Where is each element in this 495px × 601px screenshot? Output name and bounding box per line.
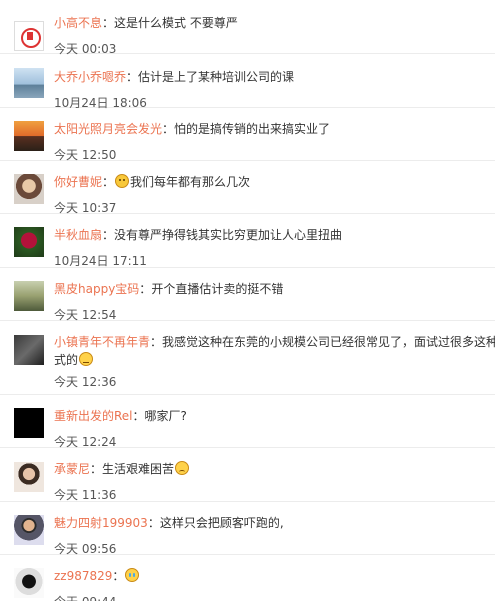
comment-text: 怕的是搞传销的出来搞实业了 — [174, 122, 331, 136]
comment-text: 估计是上了某种培训公司的课 — [138, 70, 295, 84]
comment-item: 魅力四射199903：这样只会把顾客吓跑的, 今天 09:56 — [0, 502, 495, 556]
comment-text: 开个直播估计卖的挺不错 — [151, 282, 284, 296]
comment-item: 重新出发的Rel：哪家厂? 今天 12:24 — [0, 395, 495, 449]
comment-item: 太阳光照月亮会发光：怕的是搞传销的出来搞实业了 今天 12:50 — [0, 108, 495, 162]
comment-item: 黑皮happy宝码：开个直播估计卖的挺不错 今天 12:54 — [0, 268, 495, 322]
colon-separator: ： — [102, 228, 115, 242]
colon-separator: ： — [132, 409, 145, 423]
comment-username[interactable]: 黑皮happy宝码 — [54, 282, 139, 296]
colon-separator: ： — [102, 175, 115, 189]
comment-timestamp: 今天 12:36 — [54, 375, 117, 389]
girl-photo-avatar[interactable] — [14, 174, 44, 204]
comment-text: 这是什么模式 不要尊严 — [114, 16, 238, 30]
comment-text: 生活艰难困苦 — [102, 462, 175, 476]
comment-username[interactable]: 大乔小乔嗯乔 — [54, 70, 126, 84]
comment-item: zz987829： 今天 09:44 — [0, 555, 495, 601]
colon-separator: ： — [147, 516, 160, 530]
comment-timestamp: 今天 09:44 — [54, 593, 495, 601]
comment-item: 你好曹妮： 我们每年都有那么几次 今天 10:37 — [0, 161, 495, 215]
lake-photo-avatar[interactable] — [14, 68, 44, 98]
colon-separator: ： — [139, 282, 152, 296]
landscape-photo-avatar[interactable] — [14, 281, 44, 311]
rose-photo-avatar[interactable] — [14, 227, 44, 257]
comment-username[interactable]: 小镇青年不再年青 — [54, 335, 150, 349]
comment-text: 我感觉这种在东莞的小规模公司已经很常见了，面试过很多这种 — [162, 335, 495, 349]
colon-separator: ： — [162, 122, 175, 136]
comment-text: 哪家厂? — [144, 409, 187, 423]
comment-item: 大乔小乔嗯乔：估计是上了某种培训公司的课 10月24日 18:06 — [0, 54, 495, 110]
comment-username[interactable]: 你好曹妮 — [54, 175, 102, 189]
comment-text: 我们每年都有那么几次 — [130, 175, 251, 189]
comment-text: 这样只会把顾客吓跑的, — [159, 516, 284, 530]
colon-separator: ： — [102, 16, 115, 30]
colon-separator: ： — [126, 70, 139, 84]
comment-username[interactable]: 小高不息 — [54, 16, 102, 30]
comment-username[interactable]: 承蒙尼 — [54, 462, 90, 476]
comment-username[interactable]: 魅力四射199903 — [54, 516, 148, 530]
cry-emoji-icon — [125, 568, 140, 582]
sunset-photo-avatar[interactable] — [14, 121, 44, 151]
woman-photo-avatar[interactable] — [14, 462, 44, 492]
comment-username[interactable]: 半秋血扇 — [54, 228, 102, 242]
comment-text-continued: 式的 — [54, 353, 79, 367]
comment-text: 没有尊严挣得钱其实比穷更加让人心里扭曲 — [114, 228, 343, 242]
sad-emoji-icon — [175, 461, 190, 475]
comment-item: 承蒙尼：生活艰难困苦 今天 11:36 — [0, 448, 495, 502]
black-avatar[interactable] — [14, 408, 44, 438]
che-portrait-avatar[interactable] — [14, 568, 44, 598]
red-seal-logo-avatar[interactable] — [14, 21, 44, 51]
grin-emoji-icon — [115, 174, 130, 188]
sweat-emoji-icon — [79, 352, 94, 366]
comment-item: 小镇青年不再年青：我感觉这种在东莞的小规模公司已经很常见了，面试过很多这种 式的… — [0, 321, 495, 395]
suit-photo-avatar[interactable] — [14, 515, 44, 545]
colon-separator: ： — [90, 462, 103, 476]
comment-item: 小高不息：这是什么模式 不要尊严 今天 00:03 — [0, 0, 495, 56]
dark-photo-avatar[interactable] — [14, 335, 44, 365]
colon-separator: ： — [150, 335, 163, 349]
comment-username[interactable]: 太阳光照月亮会发光 — [54, 122, 162, 136]
colon-separator: ： — [112, 569, 125, 583]
comment-item: 半秋血扇：没有尊严挣得钱其实比穷更加让人心里扭曲 10月24日 17:11 — [0, 214, 495, 268]
comment-username[interactable]: 重新出发的Rel — [54, 409, 133, 423]
comment-username[interactable]: zz987829 — [54, 569, 112, 583]
comment-list: 小高不息：这是什么模式 不要尊严 今天 00:03 大乔小乔嗯乔：估计是上了某种… — [0, 0, 495, 601]
